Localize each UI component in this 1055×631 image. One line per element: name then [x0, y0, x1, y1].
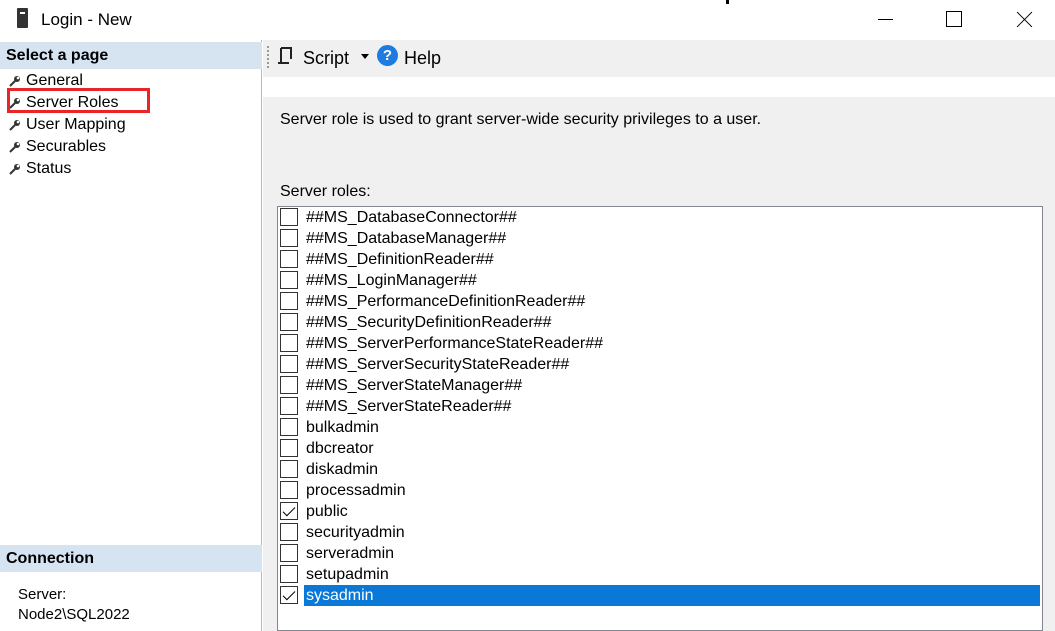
role-checkbox[interactable]: [280, 376, 298, 394]
toolbar: Script ? Help: [263, 40, 1055, 77]
role-row[interactable]: ##MS_SecurityDefinitionReader##: [278, 312, 1042, 333]
minimize-icon: [877, 18, 893, 20]
role-label[interactable]: processadmin: [304, 480, 406, 501]
server-icon: [17, 8, 28, 28]
role-row[interactable]: ##MS_ServerSecurityStateReader##: [278, 354, 1042, 375]
page-item-user-mapping[interactable]: User Mapping: [0, 114, 262, 136]
role-checkbox[interactable]: [280, 250, 298, 268]
role-label[interactable]: serveradmin: [304, 543, 394, 564]
role-row[interactable]: processadmin: [278, 480, 1042, 501]
role-label[interactable]: ##MS_PerformanceDefinitionReader##: [304, 291, 585, 312]
page-item-label: General: [26, 72, 83, 89]
role-row[interactable]: sysadmin: [278, 585, 1042, 606]
role-checkbox[interactable]: [280, 334, 298, 352]
page-description: Server role is used to grant server-wide…: [280, 111, 762, 128]
role-label[interactable]: sysadmin: [304, 585, 1040, 606]
main-content: Server role is used to grant server-wide…: [263, 97, 1055, 631]
role-row[interactable]: ##MS_LoginManager##: [278, 270, 1042, 291]
role-row[interactable]: setupadmin: [278, 564, 1042, 585]
role-label[interactable]: ##MS_DatabaseConnector##: [304, 207, 517, 228]
role-row[interactable]: ##MS_DatabaseManager##: [278, 228, 1042, 249]
role-label[interactable]: ##MS_DefinitionReader##: [304, 249, 494, 270]
role-checkbox[interactable]: [280, 292, 298, 310]
role-row[interactable]: securityadmin: [278, 522, 1042, 543]
role-checkbox[interactable]: [280, 481, 298, 499]
server-roles-label: Server roles:: [280, 183, 371, 200]
role-label[interactable]: securityadmin: [304, 522, 405, 543]
role-row[interactable]: ##MS_DefinitionReader##: [278, 249, 1042, 270]
close-button[interactable]: [1002, 0, 1048, 38]
role-checkbox[interactable]: [280, 565, 298, 583]
role-checkbox[interactable]: [280, 439, 298, 457]
page-item-label: User Mapping: [26, 116, 126, 133]
role-row[interactable]: ##MS_DatabaseConnector##: [278, 207, 1042, 228]
script-dropdown-icon[interactable]: [361, 54, 369, 59]
page-item-label: Securables: [26, 138, 107, 155]
maximize-icon: [946, 11, 962, 27]
role-checkbox[interactable]: [280, 544, 298, 562]
script-button[interactable]: Script: [303, 48, 349, 69]
server-label: Server:: [18, 586, 67, 603]
role-label[interactable]: setupadmin: [304, 564, 389, 585]
wrench-icon: [9, 120, 20, 131]
server-roles-list[interactable]: ##MS_DatabaseConnector## ##MS_DatabaseMan…: [277, 206, 1043, 631]
page-item-label: Status: [26, 160, 72, 177]
role-label[interactable]: dbcreator: [304, 438, 374, 459]
role-checkbox[interactable]: [280, 355, 298, 373]
wrench-icon: [9, 76, 20, 87]
role-checkbox[interactable]: [280, 271, 298, 289]
page-item-securables[interactable]: Securables: [0, 136, 262, 158]
window-title: Login - New: [41, 10, 132, 29]
role-label[interactable]: ##MS_DatabaseManager##: [304, 228, 506, 249]
role-label[interactable]: ##MS_ServerSecurityStateReader##: [304, 354, 569, 375]
role-row[interactable]: ##MS_PerformanceDefinitionReader##: [278, 291, 1042, 312]
role-checkbox[interactable]: [280, 208, 298, 226]
select-page-header: Select a page: [0, 42, 262, 69]
highlight-box: [7, 88, 150, 113]
role-checkbox[interactable]: [280, 502, 298, 520]
role-label[interactable]: diskadmin: [304, 459, 378, 480]
role-label[interactable]: ##MS_LoginManager##: [304, 270, 477, 291]
role-checkbox[interactable]: [280, 586, 298, 604]
wrench-icon: [9, 164, 20, 175]
connection-header: Connection: [0, 545, 262, 572]
role-row[interactable]: serveradmin: [278, 543, 1042, 564]
help-button[interactable]: Help: [404, 48, 441, 69]
role-label[interactable]: ##MS_ServerStateManager##: [304, 375, 522, 396]
help-icon[interactable]: ?: [377, 45, 398, 66]
role-label[interactable]: ##MS_SecurityDefinitionReader##: [304, 312, 551, 333]
role-label[interactable]: ##MS_ServerPerformanceStateReader##: [304, 333, 603, 354]
role-label[interactable]: public: [304, 501, 348, 522]
role-row[interactable]: public: [278, 501, 1042, 522]
maximize-button[interactable]: [931, 0, 977, 38]
role-label[interactable]: ##MS_ServerStateReader##: [304, 396, 511, 417]
minimize-button[interactable]: [862, 0, 908, 38]
role-row[interactable]: ##MS_ServerStateManager##: [278, 375, 1042, 396]
title-bar: Login - New: [0, 0, 1055, 40]
role-checkbox[interactable]: [280, 460, 298, 478]
connection-info: Server: Node2\SQL2022: [18, 585, 130, 625]
title-bar-mark: [726, 0, 729, 4]
left-pane: Select a page General Server Roles User …: [0, 40, 262, 631]
role-row[interactable]: ##MS_ServerStateReader##: [278, 396, 1042, 417]
page-list: General Server Roles User Mapping Secura…: [0, 70, 262, 180]
role-row[interactable]: diskadmin: [278, 459, 1042, 480]
role-checkbox[interactable]: [280, 397, 298, 415]
role-checkbox[interactable]: [280, 523, 298, 541]
toolbar-grip[interactable]: [267, 46, 271, 68]
role-checkbox[interactable]: [280, 418, 298, 436]
wrench-icon: [9, 142, 20, 153]
role-row[interactable]: bulkadmin: [278, 417, 1042, 438]
role-checkbox[interactable]: [280, 313, 298, 331]
close-icon: [1017, 11, 1033, 27]
page-item-status[interactable]: Status: [0, 158, 262, 180]
role-row[interactable]: dbcreator: [278, 438, 1042, 459]
role-label[interactable]: bulkadmin: [304, 417, 379, 438]
server-value: Node2\SQL2022: [18, 606, 130, 623]
script-icon[interactable]: [277, 47, 293, 65]
role-checkbox[interactable]: [280, 229, 298, 247]
role-row[interactable]: ##MS_ServerPerformanceStateReader##: [278, 333, 1042, 354]
